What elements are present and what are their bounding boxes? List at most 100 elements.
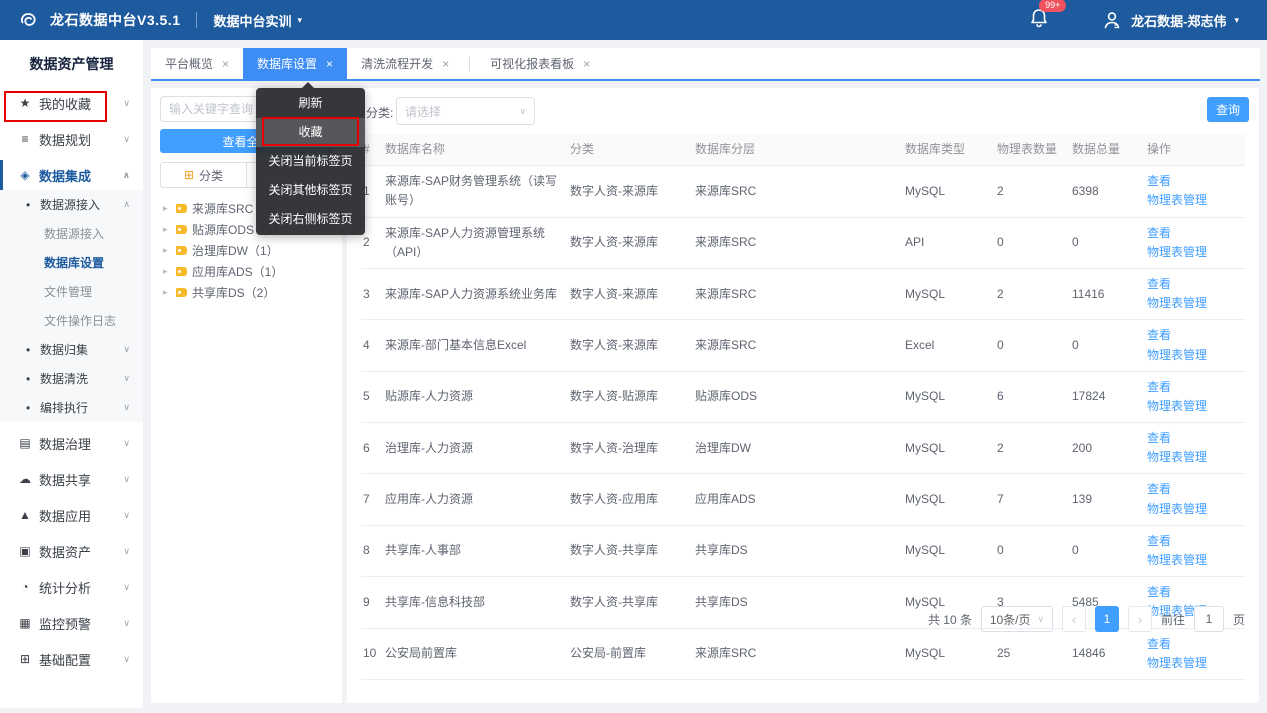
sidebar-item-data-sharing[interactable]: ☁ 数据共享 ∨ (0, 464, 143, 494)
physical-table-manage-link[interactable]: 物理表管理 (1147, 399, 1207, 413)
physical-table-manage-link[interactable]: 物理表管理 (1147, 450, 1207, 464)
category-toggle-button[interactable]: ⊞ 分类 (160, 162, 247, 188)
governance-icon: ▤ (19, 436, 31, 450)
column-header: 数据库名称 (385, 142, 446, 156)
tree-item[interactable]: ▸ 治理库DW（1） (160, 240, 333, 261)
close-icon[interactable]: × (222, 57, 229, 71)
cell-layer: 来源库SRC (695, 183, 757, 198)
sidebar-item-data-cleaning[interactable]: • 数据清洗 ∨ (0, 364, 143, 393)
category-select[interactable]: 请选择 ∨ (396, 97, 535, 125)
view-link[interactable]: 查看 (1147, 226, 1171, 240)
cell-table-count: 2 (997, 440, 1004, 455)
sidebar-item-data-asset[interactable]: ▣ 数据资产 ∨ (0, 536, 143, 566)
main-panel: 分类: 请选择 ∨ 查询 # 数据库名称 分类 数据库分层 数据库类型 物理表数量 数据总量… (347, 88, 1259, 703)
cell-category: 公安局-前置库 (570, 646, 646, 661)
sidebar-item-orchestration[interactable]: • 编排执行 ∨ (0, 393, 143, 422)
expand-arrow-icon[interactable]: ▸ (163, 203, 171, 214)
cell-database-name: 来源库-SAP人力资源系统业务库 (385, 286, 558, 301)
expand-arrow-icon[interactable]: ▸ (163, 224, 171, 235)
sidebar-item-file-management[interactable]: 文件管理 (0, 277, 143, 306)
cell-database-name: 共享库-人事部 (385, 543, 461, 558)
sidebar-item-file-operation-log[interactable]: 文件操作日志 (0, 306, 143, 335)
cell-database-name: 公安局前置库 (385, 646, 458, 661)
context-menu-item-favorite[interactable]: 收藏 (256, 118, 365, 147)
sidebar-item-monitoring-alert[interactable]: ▦ 监控预警 ∨ (0, 608, 143, 638)
sidebar-item-data-integration[interactable]: ◈ 数据集成 ∧ (0, 160, 143, 190)
layers-icon: ≡ (21, 132, 29, 146)
sidebar-item-database-settings[interactable]: 数据库设置 (0, 248, 143, 277)
context-menu-item-close-right-tabs[interactable]: 关闭右侧标签页 (256, 205, 365, 234)
sidebar-item-data-collection[interactable]: • 数据归集 ∨ (0, 335, 143, 364)
tree-item[interactable]: ▸ 应用库ADS（1） (160, 261, 333, 282)
tree-item[interactable]: ▸ 共享库DS（2） (160, 282, 333, 303)
context-menu-item-close-current-tab[interactable]: 关闭当前标签页 (256, 147, 365, 176)
close-icon[interactable]: × (583, 57, 590, 71)
user-menu[interactable]: 龙石数据-郑志伟 ▾ (1101, 9, 1239, 31)
expand-arrow-icon[interactable]: ▸ (163, 245, 171, 256)
sidebar-item-my-favorites[interactable]: ★ 我的收藏 ∨ (0, 88, 143, 118)
cell-data-total: 6398 (1072, 183, 1099, 198)
page-number-button[interactable]: 1 (1094, 606, 1119, 632)
cell-type: MySQL (905, 492, 946, 507)
view-link[interactable]: 查看 (1147, 637, 1171, 651)
close-icon[interactable]: × (326, 57, 333, 71)
view-link[interactable]: 查看 (1147, 328, 1171, 342)
tab-visual-report-board[interactable]: 可视化报表看板 × (476, 48, 604, 79)
cell-database-name: 共享库-信息科技部 (385, 594, 485, 609)
user-icon (1104, 12, 1120, 29)
sidebar-item-data-application[interactable]: ▲ 数据应用 ∨ (0, 500, 143, 530)
view-link[interactable]: 查看 (1147, 585, 1171, 599)
view-link[interactable]: 查看 (1147, 174, 1171, 188)
physical-table-manage-link[interactable]: 物理表管理 (1147, 296, 1207, 310)
sidebar-item-basic-config[interactable]: ⊞ 基础配置 ∨ (0, 644, 143, 674)
goto-page-input[interactable] (1193, 606, 1224, 632)
bullet-icon: • (26, 342, 31, 357)
chevron-down-icon: ∨ (123, 581, 130, 592)
sidebar-item-statistics-analysis[interactable]: ◔ 统计分析 ∨ (0, 572, 143, 602)
workspace-switcher[interactable]: 数据中台实训 ▾ (213, 11, 302, 30)
cell-actions: 查看物理表管理 (1147, 629, 1245, 679)
physical-table-manage-link[interactable]: 物理表管理 (1147, 656, 1207, 670)
chevron-up-icon: ∧ (123, 199, 130, 209)
expand-arrow-icon[interactable]: ▸ (163, 287, 171, 298)
view-link[interactable]: 查看 (1147, 431, 1171, 445)
tab-label: 平台概览 (165, 57, 214, 71)
context-menu-item-close-other-tabs[interactable]: 关闭其他标签页 (256, 176, 365, 205)
bullet-icon: • (26, 400, 31, 415)
view-link[interactable]: 查看 (1147, 534, 1171, 548)
sidebar-item-datasource-access[interactable]: • 数据源接入 ∧ (0, 190, 143, 219)
physical-table-manage-link[interactable]: 物理表管理 (1147, 348, 1207, 362)
prev-page-button[interactable]: ‹ (1061, 606, 1086, 632)
context-menu-item-refresh[interactable]: 刷新 (256, 89, 365, 118)
expand-arrow-icon[interactable]: ▸ (163, 266, 171, 277)
physical-table-manage-link[interactable]: 物理表管理 (1147, 553, 1207, 567)
view-link[interactable]: 查看 (1147, 482, 1171, 496)
physical-table-manage-link[interactable]: 物理表管理 (1147, 245, 1207, 259)
page-size-select[interactable]: 10条/页 ∨ (980, 606, 1053, 632)
tag-icon (176, 246, 187, 255)
next-page-button[interactable]: › (1127, 606, 1152, 632)
column-header: 分类 (570, 142, 595, 156)
cell-index: 10 (363, 646, 377, 661)
tab-cleaning-flow-dev[interactable]: 清洗流程开发 × (347, 48, 463, 79)
close-icon[interactable]: × (442, 57, 449, 71)
cell-data-total: 139 (1072, 492, 1093, 507)
query-button[interactable]: 查询 (1207, 97, 1249, 122)
view-link[interactable]: 查看 (1147, 277, 1171, 291)
cell-data-total: 0 (1072, 235, 1079, 250)
chevron-down-icon: ∨ (123, 402, 130, 412)
cell-category: 数字人资-共享库 (570, 594, 658, 609)
sidebar-item-data-governance[interactable]: ▤ 数据治理 ∨ (0, 428, 143, 458)
sidebar-item-datasource-access-page[interactable]: 数据源接入 (0, 219, 143, 248)
tab-platform-overview[interactable]: 平台概览 × (151, 48, 243, 79)
physical-table-manage-link[interactable]: 物理表管理 (1147, 502, 1207, 516)
sidebar-item-data-planning[interactable]: ≡ 数据规划 ∨ (0, 124, 143, 154)
chevron-up-icon: ∧ (122, 169, 130, 180)
tab-database-settings[interactable]: 数据库设置 × (243, 48, 348, 79)
table-row: 1 来源库-SAP财务管理系统（读写账号） 数字人资-来源库 来源库SRC MySQL 2… (361, 166, 1245, 218)
physical-table-manage-link[interactable]: 物理表管理 (1147, 193, 1207, 207)
view-link[interactable]: 查看 (1147, 380, 1171, 394)
sidebar-item-label: 编排执行 (40, 401, 89, 415)
column-header: 数据总量 (1072, 142, 1121, 156)
notification-bell-icon[interactable]: 99+ (1029, 0, 1067, 34)
